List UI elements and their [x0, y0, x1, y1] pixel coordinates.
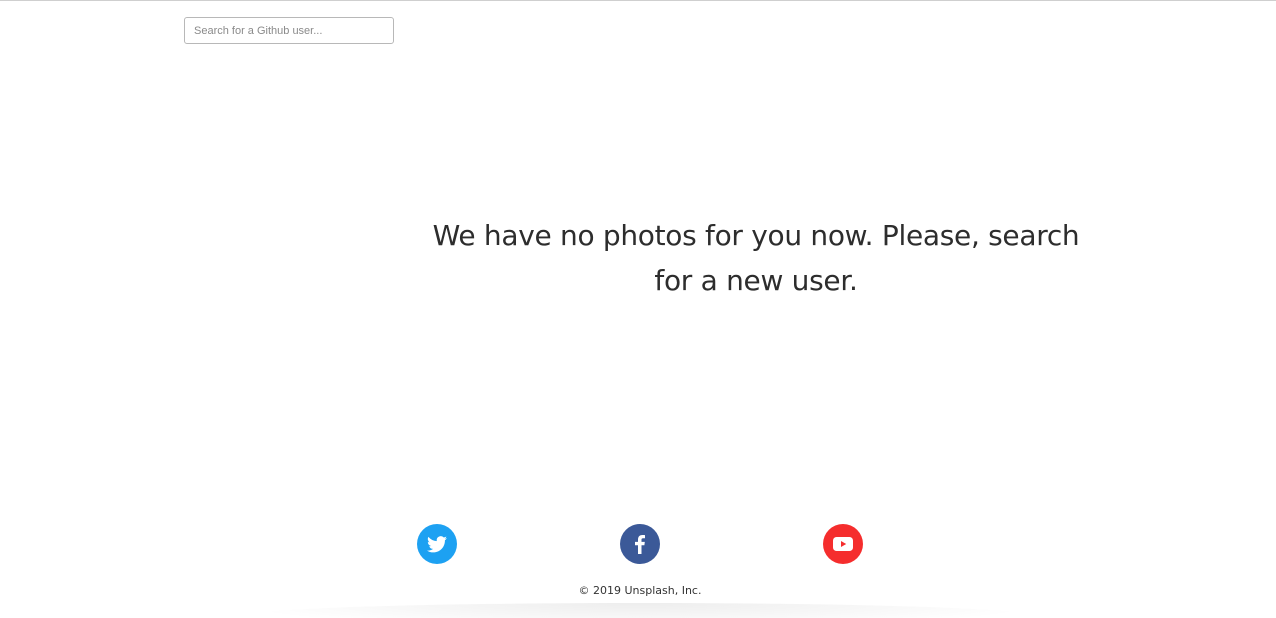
twitter-link[interactable] [417, 524, 457, 564]
youtube-link[interactable] [823, 524, 863, 564]
twitter-icon [427, 535, 447, 552]
facebook-link[interactable] [620, 524, 660, 564]
youtube-icon [833, 537, 853, 551]
footer-shadow [255, 603, 1025, 618]
facebook-icon [635, 534, 645, 554]
copyright-text: © 2019 Unsplash, Inc. [578, 584, 702, 597]
page: We have no photos for you now. Please, s… [0, 0, 1276, 618]
search-input[interactable] [184, 17, 394, 44]
empty-state-message: We have no photos for you now. Please, s… [432, 219, 1080, 297]
